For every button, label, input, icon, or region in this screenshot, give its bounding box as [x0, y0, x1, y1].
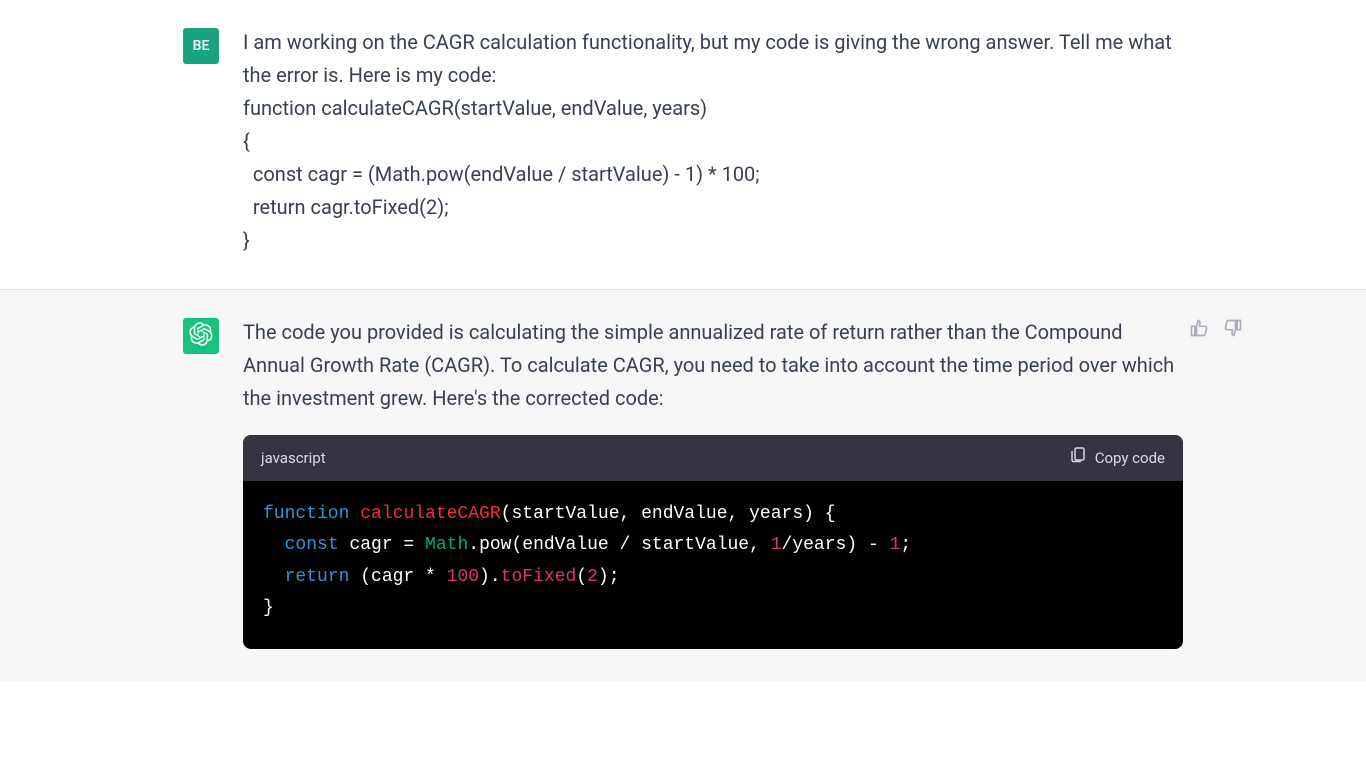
code-token-paren-close: );: [598, 567, 620, 587]
code-language-label: javascript: [261, 446, 326, 471]
code-token-paren-open: (: [576, 567, 587, 587]
openai-logo-icon: [189, 322, 213, 350]
thumbs-up-button[interactable]: [1189, 318, 1209, 338]
code-block-body: function calculateCAGR(startValue, endVa…: [243, 481, 1183, 649]
assistant-message-row: The code you provided is calculating the…: [0, 289, 1366, 681]
code-token-number-b: 1: [890, 535, 901, 555]
user-avatar: BE: [183, 28, 219, 64]
user-code-line-2: {: [243, 125, 1183, 158]
code-token-return-expr: (cagr *: [349, 567, 446, 587]
code-token-pow: .pow(endValue / startValue,: [468, 535, 770, 555]
code-token-100: 100: [447, 567, 479, 587]
code-block: javascript Copy code function calculateC…: [243, 435, 1183, 649]
user-message-intro: I am working on the CAGR calculation fun…: [243, 26, 1183, 92]
assistant-avatar: [183, 318, 219, 354]
user-message-row: BE I am working on the CAGR calculation …: [0, 0, 1366, 289]
code-token-return: return: [285, 567, 350, 587]
code-block-header: javascript Copy code: [243, 435, 1183, 481]
thumbs-down-icon: [1223, 323, 1243, 342]
user-message-inner: BE I am working on the CAGR calculation …: [183, 24, 1183, 257]
code-token-var: cagr =: [339, 535, 425, 555]
code-token-number: 1: [771, 535, 782, 555]
assistant-message-content: The code you provided is calculating the…: [243, 314, 1183, 649]
code-token-params: (startValue, endValue, years) {: [501, 504, 836, 524]
copy-code-label: Copy code: [1095, 446, 1165, 471]
copy-code-button[interactable]: Copy code: [1069, 445, 1165, 471]
user-message-content: I am working on the CAGR calculation fun…: [243, 24, 1183, 257]
code-token-slash: /years) -: [782, 535, 890, 555]
thumbs-up-icon: [1189, 323, 1209, 342]
user-avatar-initials: BE: [193, 38, 210, 54]
clipboard-icon: [1069, 445, 1087, 471]
user-code-line-5: }: [243, 224, 1183, 257]
code-token-tofixed-pre: ).: [479, 567, 501, 587]
code-token-builtin: Math: [425, 535, 468, 555]
code-token-2: 2: [587, 567, 598, 587]
feedback-buttons: [1189, 318, 1243, 338]
code-token-funcname: calculateCAGR: [360, 504, 500, 524]
code-token-keyword: function: [263, 504, 349, 524]
user-code-line-4: return cagr.toFixed(2);: [243, 191, 1183, 224]
assistant-message-inner: The code you provided is calculating the…: [183, 314, 1183, 649]
code-token-close-brace: }: [263, 598, 274, 618]
user-code-line-1: function calculateCAGR(startValue, endVa…: [243, 92, 1183, 125]
code-token-semi: ;: [900, 535, 911, 555]
code-token-tofixed: toFixed: [501, 567, 577, 587]
user-code-line-3: const cagr = (Math.pow(endValue / startV…: [243, 158, 1183, 191]
assistant-message-text: The code you provided is calculating the…: [243, 316, 1183, 415]
thumbs-down-button[interactable]: [1223, 318, 1243, 338]
code-token-const: const: [285, 535, 339, 555]
